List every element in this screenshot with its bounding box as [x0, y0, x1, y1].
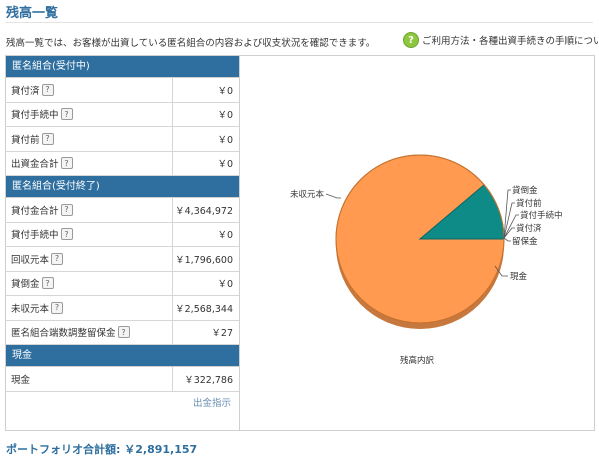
portfolio-total-value: ￥2,891,157 [124, 443, 198, 456]
question-icon[interactable]: ? [117, 326, 130, 339]
row-label: 現金 [11, 374, 31, 386]
row-label: 貸付手続中 [11, 110, 59, 122]
question-icon[interactable]: ? [60, 108, 73, 121]
section-header-closed: 匿名組合(受付終了) [6, 176, 239, 198]
pie-label-cash: 現金 [510, 271, 528, 282]
question-icon[interactable]: ? [60, 228, 73, 241]
row-value: ￥0 [217, 134, 233, 146]
row-value: ￥322,786 [184, 374, 233, 386]
portfolio-total-label: ポートフォリオ合計額: [6, 443, 121, 456]
row-label: 貸倒金 [11, 279, 40, 291]
leader-line-uncollected [325, 193, 341, 199]
table-row: 貸倒金? ￥0 [6, 271, 239, 296]
row-value: ￥1,796,600 [175, 254, 233, 266]
row-value: ￥0 [217, 110, 233, 122]
question-icon[interactable]: ? [41, 83, 54, 96]
leader-line-2 [503, 237, 511, 242]
row-label: 貸付前 [11, 134, 40, 146]
table-row: 貸付手続中? ￥0 [6, 102, 239, 127]
page-description: 残高一覧では、お客様が出資している匿名組合の内容および収支状況を確認できます。 [6, 38, 376, 49]
table-row: 出資金合計? ￥0 [6, 151, 239, 176]
table-row: 貸付済? ￥0 [6, 78, 239, 103]
balance-table: 匿名組合(受付中) 貸付済? ￥0 貸付手続中? ￥0 貸付前? ￥0 出資金合… [6, 56, 240, 430]
row-value: ￥0 [217, 230, 233, 242]
withdraw-link[interactable]: 出金指示 [193, 395, 231, 409]
help-link-label: ご利用方法・各種出資手続きの手順について [422, 36, 599, 47]
question-icon[interactable]: ? [41, 277, 54, 290]
balance-pie-chart: 未収元本現金 貸倒金貸付前貸付手続中貸付済留保金残高内訳 [290, 154, 563, 366]
row-label: 出資金合計 [11, 159, 59, 171]
table-row: 貸付手続中? ￥0 [6, 222, 239, 247]
row-label: 貸付金合計 [11, 205, 59, 217]
row-label: 貸付済 [11, 85, 40, 97]
balance-panel: 匿名組合(受付中) 貸付済? ￥0 貸付手続中? ￥0 貸付前? ￥0 出資金合… [5, 55, 595, 431]
row-value: ￥4,364,972 [175, 205, 233, 217]
table-row: 匿名組合端数調整留保金? ￥27 [6, 320, 239, 345]
question-icon[interactable]: ? [60, 157, 73, 170]
pie-label-5: 貸付前 [516, 198, 542, 209]
page-title: 残高一覧 [6, 6, 59, 21]
portfolio-total: ポートフォリオ合計額: ￥2,891,157 [6, 441, 197, 457]
table-row: 現金 ￥322,786 [6, 367, 239, 392]
section-header-cash: 現金 [6, 345, 239, 367]
question-icon[interactable]: ? [60, 203, 73, 216]
section-header-open: 匿名組合(受付中) [6, 56, 239, 78]
action-row: 出金指示 [6, 392, 239, 412]
pie-label-4: 貸付手続中 [520, 210, 563, 221]
row-value: ￥2,568,344 [175, 303, 233, 315]
row-value: ￥27 [211, 328, 233, 340]
help-link[interactable]: ? ご利用方法・各種出資手続きの手順について [404, 33, 599, 47]
question-icon[interactable]: ? [51, 252, 64, 265]
table-row: 未収元本? ￥2,568,344 [6, 296, 239, 321]
help-icon: ? [404, 33, 418, 47]
chart-panel: 未収元本現金 貸倒金貸付前 貸付手続中貸付済留保金残高内訳 [240, 56, 594, 430]
table-row: 貸付前? ￥0 [6, 127, 239, 152]
row-value: ￥0 [217, 85, 233, 97]
question-icon[interactable]: ? [41, 132, 54, 145]
table-row: 回収元本? ￥1,796,600 [6, 247, 239, 272]
row-value: ￥0 [217, 159, 233, 171]
row-label: 未収元本 [11, 303, 50, 315]
pie-label-2: 留保金 [512, 236, 538, 247]
title-divider [6, 22, 593, 23]
row-label: 回収元本 [11, 254, 50, 266]
row-value: ￥0 [217, 279, 233, 291]
table-row: 貸付金合計? ￥4,364,972 [6, 198, 239, 223]
pie-label-uncollected: 未収元本 [290, 189, 325, 200]
pie-label-3: 貸付済 [516, 223, 542, 234]
question-icon[interactable]: ? [51, 301, 64, 314]
row-label: 匿名組合端数調整留保金 [11, 328, 116, 340]
chart-title: 残高内訳 [400, 355, 435, 366]
pie-label-6: 貸倒金 [512, 185, 538, 196]
row-label: 貸付手続中 [11, 230, 59, 242]
